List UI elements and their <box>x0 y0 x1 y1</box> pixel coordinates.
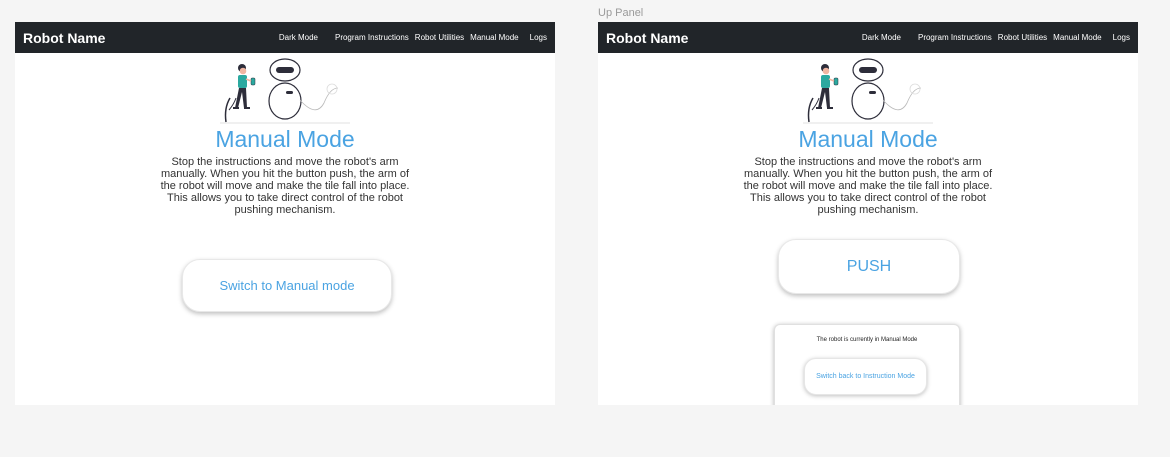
push-button[interactable]: PUSH <box>778 239 960 294</box>
page-description: Stop the instructions and move the robot… <box>160 156 410 216</box>
nav-robot-utilities[interactable]: Robot Utilities <box>415 33 464 42</box>
nav-logs[interactable]: Logs <box>1113 33 1130 42</box>
navbar: Robot Name Dark Mode Program Instruction… <box>15 22 555 53</box>
nav-logs[interactable]: Logs <box>530 33 547 42</box>
nav-dark-mode[interactable]: Dark Mode <box>279 33 318 42</box>
nav-program-instructions[interactable]: Program Instructions <box>335 33 409 42</box>
nav-dark-mode[interactable]: Dark Mode <box>862 33 901 42</box>
nav-links: Dark Mode Program Instructions Robot Uti… <box>862 33 1130 42</box>
status-card: The robot is currently in Manual Mode Sw… <box>774 324 960 405</box>
robot-person-illustration <box>803 58 933 124</box>
nav-links: Dark Mode Program Instructions Robot Uti… <box>279 33 547 42</box>
nav-program-instructions[interactable]: Program Instructions <box>918 33 992 42</box>
page-description: Stop the instructions and move the robot… <box>743 156 993 216</box>
nav-robot-utilities[interactable]: Robot Utilities <box>998 33 1047 42</box>
navbar: Robot Name Dark Mode Program Instruction… <box>598 22 1138 53</box>
switch-to-manual-button[interactable]: Switch to Manual mode <box>182 259 392 312</box>
manual-mode-screen-right: Robot Name Dark Mode Program Instruction… <box>598 22 1138 405</box>
nav-manual-mode[interactable]: Manual Mode <box>1053 33 1101 42</box>
switch-back-button[interactable]: Switch back to Instruction Mode <box>804 358 927 395</box>
brand-title[interactable]: Robot Name <box>23 30 105 46</box>
brand-title[interactable]: Robot Name <box>606 30 688 46</box>
frame-label: Up Panel <box>598 7 644 19</box>
nav-manual-mode[interactable]: Manual Mode <box>470 33 518 42</box>
status-text: The robot is currently in Manual Mode <box>816 337 918 343</box>
manual-mode-screen-left: Robot Name Dark Mode Program Instruction… <box>15 22 555 405</box>
page-title: Manual Mode <box>215 126 355 152</box>
page-title: Manual Mode <box>798 126 938 152</box>
robot-person-illustration <box>220 58 350 124</box>
